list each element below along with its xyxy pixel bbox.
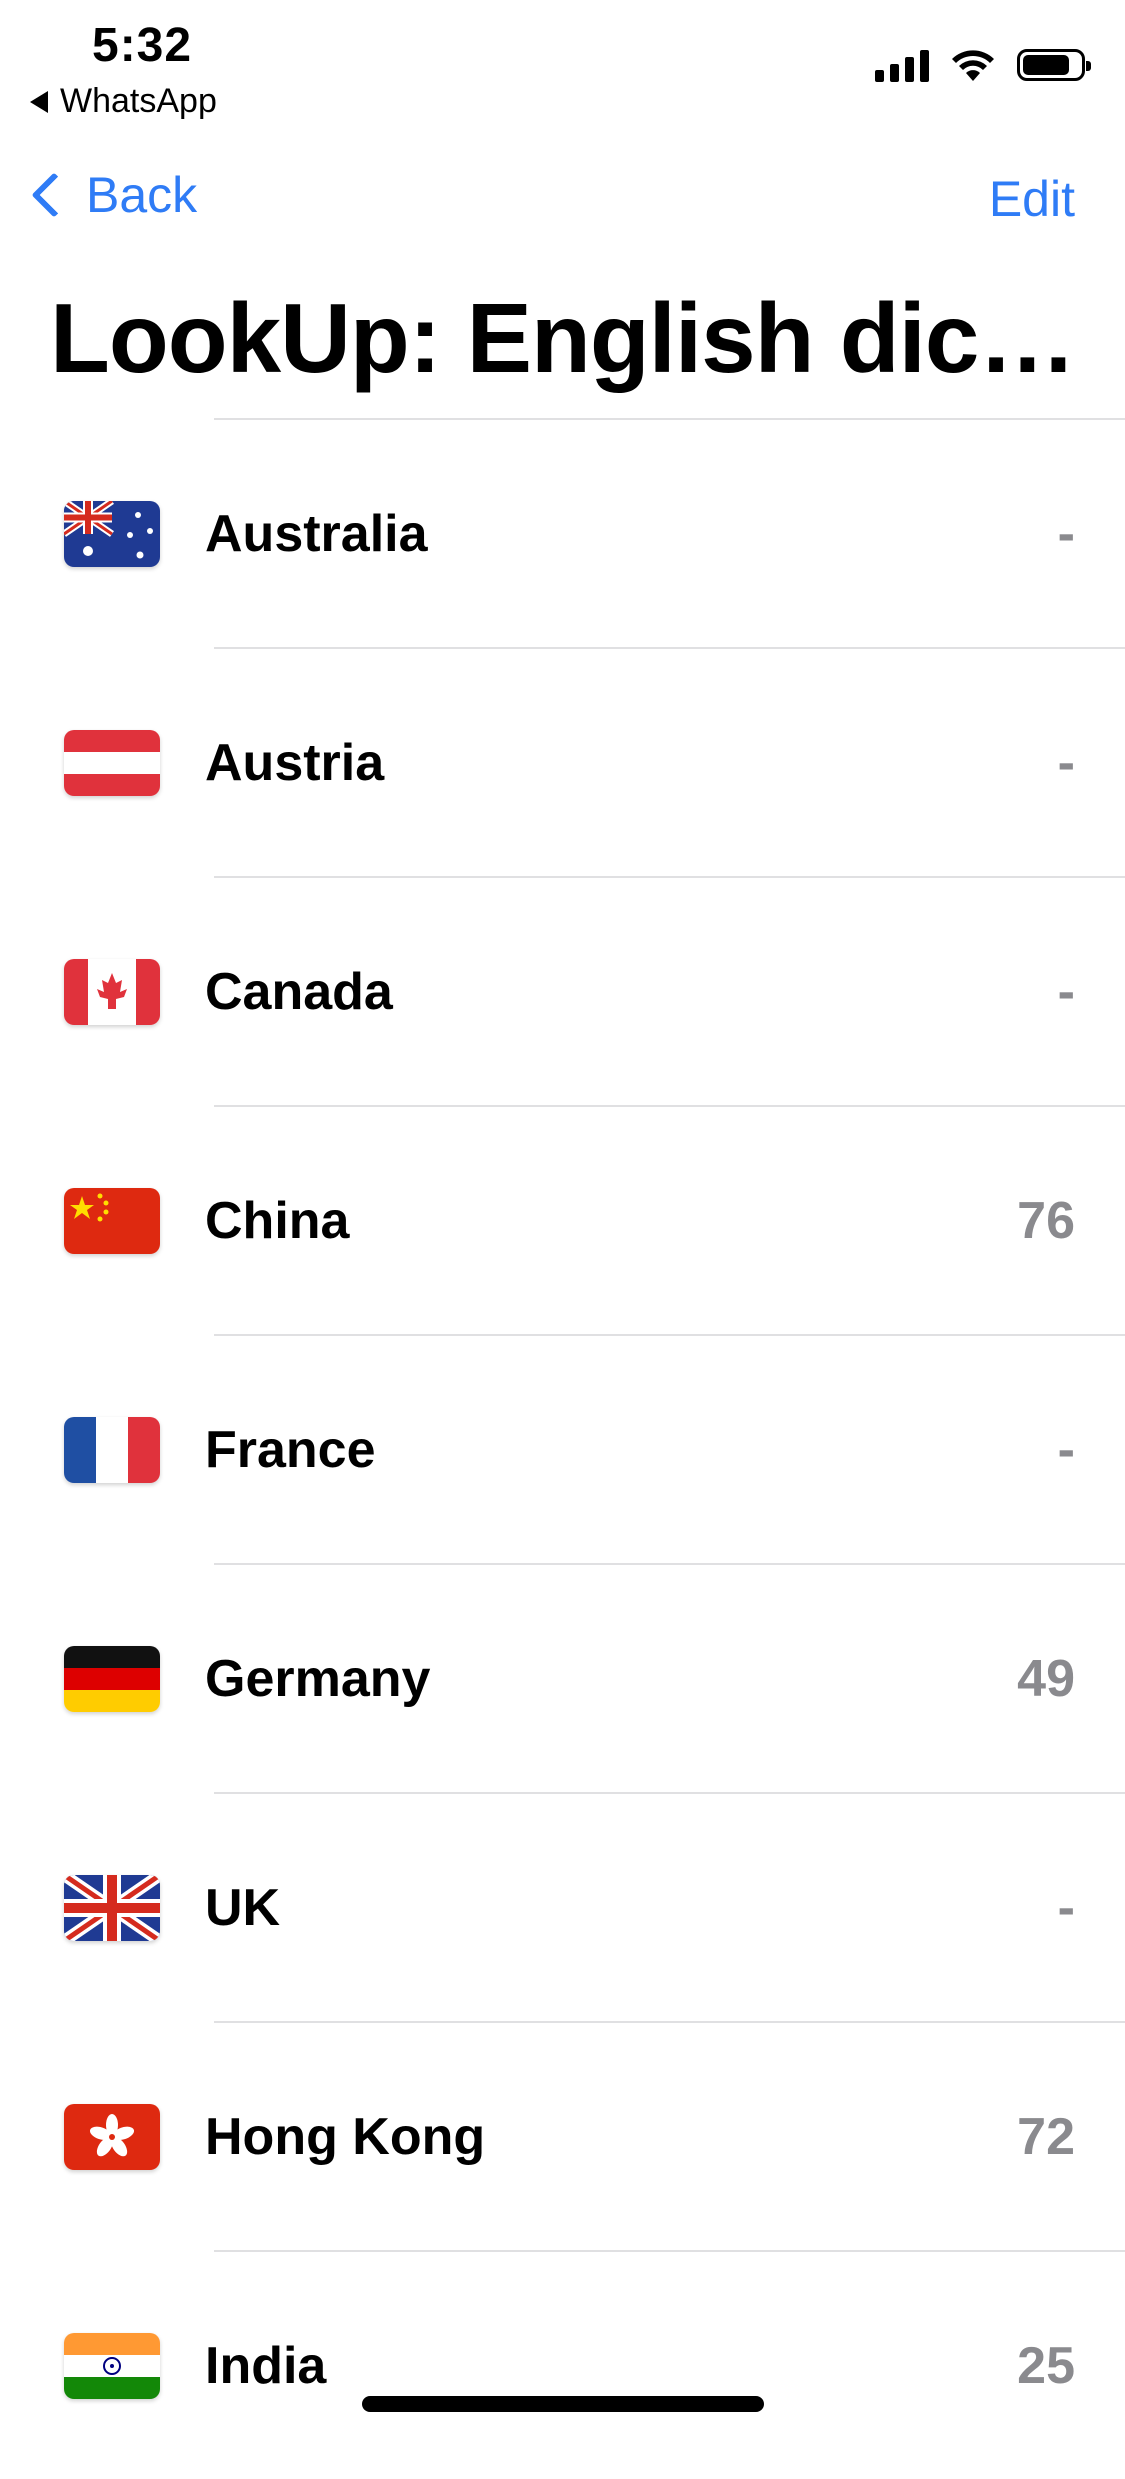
country-value: - bbox=[1057, 504, 1075, 563]
country-name: Germany bbox=[205, 1649, 431, 1708]
page-title: LookUp: English dict... bbox=[50, 283, 1080, 393]
country-value: - bbox=[1057, 1878, 1075, 1937]
battery-icon bbox=[1017, 49, 1091, 81]
country-name: India bbox=[205, 2336, 327, 2395]
country-value: - bbox=[1057, 962, 1075, 1021]
back-label: Back bbox=[86, 167, 198, 223]
country-name: France bbox=[205, 1420, 376, 1479]
list-item-uk[interactable]: UK - bbox=[0, 1794, 1125, 2021]
list-item-china[interactable]: China 76 bbox=[0, 1107, 1125, 1334]
home-indicator[interactable] bbox=[362, 2396, 764, 2412]
china-flag-icon bbox=[64, 1187, 160, 1254]
australia-flag-icon bbox=[64, 500, 160, 567]
back-button[interactable]: Back bbox=[26, 166, 197, 224]
list-item-australia[interactable]: Australia - bbox=[0, 420, 1125, 647]
country-name: China bbox=[205, 1191, 350, 1250]
list-item-austria[interactable]: Austria - bbox=[0, 649, 1125, 876]
country-value: - bbox=[1057, 1420, 1075, 1479]
status-icons bbox=[875, 48, 1091, 82]
edit-button[interactable]: Edit bbox=[989, 170, 1075, 228]
germany-flag-icon bbox=[64, 1645, 160, 1712]
country-value: 76 bbox=[1017, 1191, 1075, 1250]
list-item-germany[interactable]: Germany 49 bbox=[0, 1565, 1125, 1792]
country-value: 49 bbox=[1017, 1649, 1075, 1708]
country-value: 72 bbox=[1017, 2107, 1075, 2166]
country-name: Austria bbox=[205, 733, 385, 792]
country-value: 25 bbox=[1017, 2336, 1075, 2395]
list-item-canada[interactable]: Canada - bbox=[0, 878, 1125, 1105]
country-name: Canada bbox=[205, 962, 393, 1021]
list-item-france[interactable]: France - bbox=[0, 1336, 1125, 1563]
country-name: Australia bbox=[205, 504, 428, 563]
return-to-app-link[interactable]: WhatsApp bbox=[30, 82, 217, 121]
country-name: Hong Kong bbox=[205, 2107, 486, 2166]
list-item-india[interactable]: India 25 bbox=[0, 2252, 1125, 2479]
uk-flag-icon bbox=[64, 1874, 160, 1941]
hong-kong-flag-icon bbox=[64, 2103, 160, 2170]
canada-flag-icon bbox=[64, 958, 160, 1025]
country-list: Australia - Austria - Canada - China 76 … bbox=[0, 418, 1125, 2479]
status-time: 5:32 bbox=[92, 19, 193, 72]
austria-flag-icon bbox=[64, 729, 160, 796]
country-name: UK bbox=[205, 1878, 281, 1937]
india-flag-icon bbox=[64, 2332, 160, 2399]
wifi-icon bbox=[952, 50, 994, 81]
france-flag-icon bbox=[64, 1416, 160, 1483]
country-value: - bbox=[1057, 733, 1075, 792]
signal-icon bbox=[875, 48, 929, 82]
chevron-left-icon bbox=[31, 172, 77, 218]
status-bar: 5:32 WhatsApp bbox=[0, 0, 1125, 130]
return-app-label: WhatsApp bbox=[60, 82, 217, 120]
list-item-hong-kong[interactable]: Hong Kong 72 bbox=[0, 2023, 1125, 2250]
back-triangle-icon bbox=[30, 90, 48, 113]
